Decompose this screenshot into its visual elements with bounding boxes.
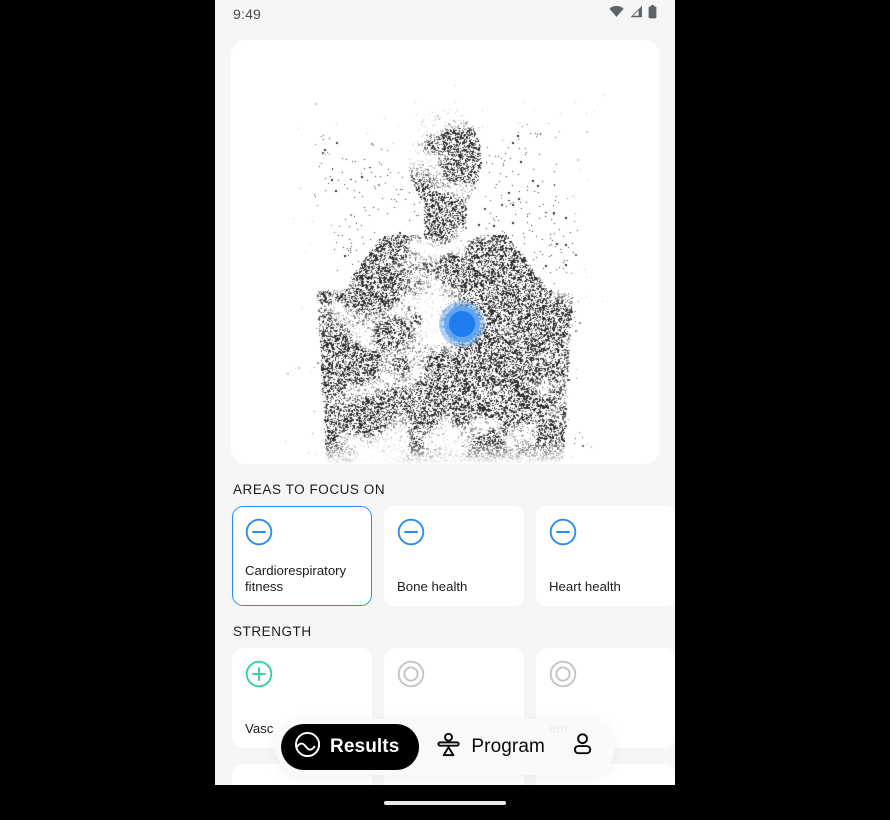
person-icon (569, 731, 596, 763)
minus-circle-icon (397, 518, 425, 546)
body-visualization-card[interactable] (231, 40, 659, 464)
body-particle-image (231, 40, 659, 464)
marker-core (449, 311, 476, 338)
nav-item-results[interactable]: Results (281, 724, 420, 770)
battery-icon (648, 4, 657, 24)
focus-card-cardiorespiratory-fitness[interactable]: Cardiorespiratory fitness (232, 506, 372, 606)
nav-item-program[interactable]: Program (423, 724, 557, 770)
system-gesture-area (215, 785, 675, 820)
focus-card-label: Cardiorespiratory fitness (245, 563, 347, 594)
home-indicator[interactable] (384, 800, 506, 805)
nav-label-results: Results (330, 736, 400, 757)
plus-circle-icon (245, 660, 273, 688)
focus-card-heart-health[interactable]: Heart health (536, 506, 675, 606)
focus-card-label: Heart health (549, 579, 621, 594)
section-title-strength: STRENGTH (233, 624, 312, 639)
marker-ring (444, 306, 481, 343)
nav-label-program: Program (471, 736, 545, 757)
bottom-navigation-bar[interactable]: Results Program (275, 719, 615, 775)
nav-item-profile[interactable] (561, 724, 605, 770)
chest-marker[interactable] (439, 301, 486, 348)
focus-card-label: Bone health (397, 579, 468, 594)
minus-circle-icon (549, 518, 577, 546)
balance-scale-icon (435, 731, 462, 763)
phone-screen: 9:49 AREAS TO FOCUS ON Cardiorespiratory… (215, 0, 675, 820)
minus-circle-icon (245, 518, 273, 546)
target-circle-icon (397, 660, 425, 688)
wave-circle-icon (294, 731, 321, 763)
wifi-icon (609, 5, 624, 23)
status-time: 9:49 (233, 6, 262, 22)
status-icons (609, 4, 657, 24)
cellular-signal-icon (629, 5, 643, 23)
target-circle-icon (549, 660, 577, 688)
section-title-areas: AREAS TO FOCUS ON (233, 482, 386, 497)
areas-to-focus-on-row[interactable]: Cardiorespiratory fitness Bone health He… (215, 506, 675, 606)
status-bar: 9:49 (215, 0, 675, 28)
focus-card-bone-health[interactable]: Bone health (384, 506, 524, 606)
